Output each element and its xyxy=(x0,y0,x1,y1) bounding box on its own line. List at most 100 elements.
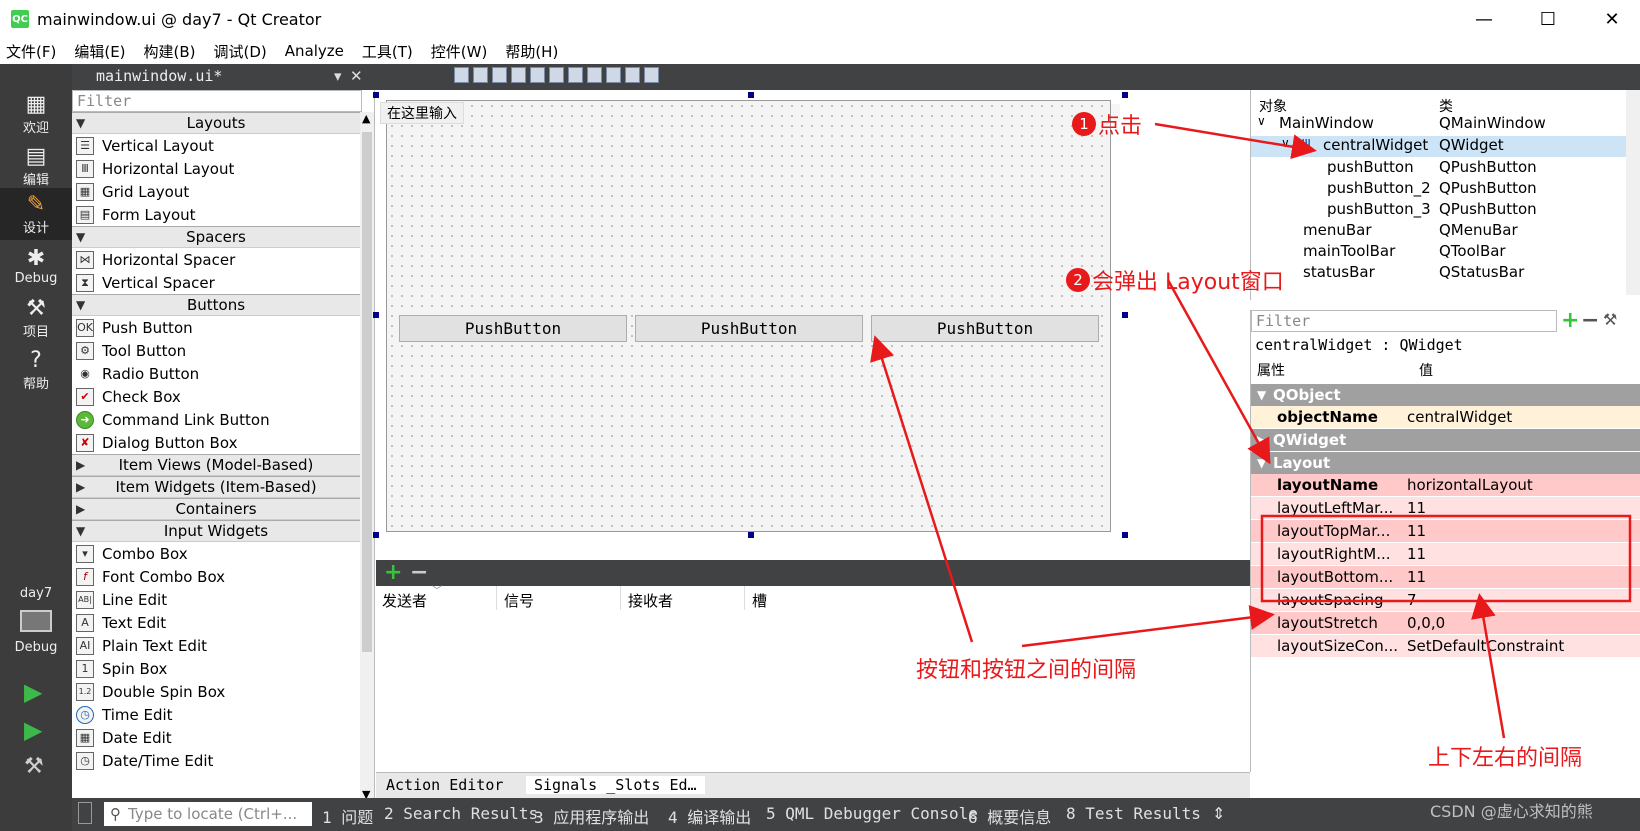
property-value[interactable]: 11 xyxy=(1407,522,1426,540)
property-row[interactable]: layoutLeftMar... 11 xyxy=(1251,497,1640,520)
push-button-3[interactable]: PushButton xyxy=(871,315,1099,342)
menu-help[interactable]: 帮助(H) xyxy=(505,41,558,62)
group-qwidget[interactable]: ▶ QWidget xyxy=(1251,429,1640,451)
object-row[interactable]: pushButton_2 QPushButton xyxy=(1251,179,1626,200)
column-receiver[interactable]: 接收者 xyxy=(628,590,673,611)
resize-handle[interactable] xyxy=(1122,532,1128,538)
run-icon[interactable]: ▶ xyxy=(24,678,42,706)
property-row[interactable]: layoutTopMar... 11 xyxy=(1251,520,1640,543)
maximize-button[interactable]: ☐ xyxy=(1520,0,1576,38)
widget-combo-box[interactable]: ▾ Combo Box xyxy=(76,542,188,565)
menu-file[interactable]: 文件(F) xyxy=(6,41,56,62)
property-row[interactable]: layoutRightM... 11 xyxy=(1251,543,1640,566)
property-row[interactable]: layoutBottom... 11 xyxy=(1251,566,1640,589)
widget-line-edit[interactable]: AB| Line Edit xyxy=(76,588,167,611)
output-tab-general-messages[interactable]: 6 概要信息 xyxy=(968,804,1051,828)
property-row[interactable]: objectName centralWidget xyxy=(1251,406,1640,429)
widget-horizontal-spacer[interactable]: ⋈ Horizontal Spacer xyxy=(76,248,235,271)
layout-horizontal-icon[interactable] xyxy=(530,67,545,83)
output-tab-test-results[interactable]: 8 Test Results xyxy=(1066,804,1201,823)
group-layout[interactable]: ▼ Layout xyxy=(1251,452,1640,474)
layout-grid-icon[interactable] xyxy=(606,67,621,83)
widget-grid-layout[interactable]: ▦ Grid Layout xyxy=(76,180,189,203)
break-layout-icon[interactable] xyxy=(625,67,640,83)
scrollbar-thumb[interactable] xyxy=(362,132,372,652)
widget-command-link-button[interactable]: ➜ Command Link Button xyxy=(76,408,270,431)
resize-handle[interactable] xyxy=(1122,312,1128,318)
category-buttons[interactable]: ▼ Buttons xyxy=(72,294,360,316)
object-row[interactable]: statusBar QStatusBar xyxy=(1251,263,1626,284)
object-row-selected[interactable]: ∨ ⅢcentralWidget QWidget xyxy=(1251,136,1626,157)
edit-widgets-icon[interactable] xyxy=(454,67,469,83)
widget-radio-button[interactable]: ◉ Radio Button xyxy=(76,362,199,385)
widget-text-edit[interactable]: A Text Edit xyxy=(76,611,166,634)
property-row[interactable]: layoutName horizontalLayout xyxy=(1251,474,1640,497)
menu-tools[interactable]: 工具(T) xyxy=(362,41,413,62)
property-row[interactable]: layoutSpacing 7 xyxy=(1251,589,1640,612)
resize-handle[interactable] xyxy=(1122,92,1128,98)
mode-design[interactable]: ✎ 设计 xyxy=(0,188,72,240)
edit-signals-icon[interactable] xyxy=(473,67,488,83)
widget-filter-input[interactable]: Filter xyxy=(72,90,362,112)
widget-spin-box[interactable]: 1 Spin Box xyxy=(76,657,167,680)
column-signal[interactable]: 信号 xyxy=(504,590,534,611)
resize-handle[interactable] xyxy=(748,532,754,538)
document-file-name[interactable]: mainwindow.ui* xyxy=(96,67,222,85)
layout-vertical-icon[interactable] xyxy=(549,67,564,83)
menu-debug[interactable]: 调试(D) xyxy=(214,41,267,62)
output-tab-application-output[interactable]: 3 应用程序输出 xyxy=(534,804,649,828)
chevron-up-icon[interactable]: ▲ xyxy=(362,112,370,125)
property-row[interactable]: layoutSizeCon... SetDefaultConstraint xyxy=(1251,635,1640,658)
widget-box-scrollbar[interactable]: ▲ ▼ xyxy=(360,112,374,807)
object-row[interactable]: ∨ MainWindow QMainWindow xyxy=(1251,114,1626,135)
push-button-2[interactable]: PushButton xyxy=(635,315,863,342)
layout-splitter-v-icon[interactable] xyxy=(587,67,602,83)
category-input-widgets[interactable]: ▼ Input Widgets xyxy=(72,520,360,542)
menu-widgets[interactable]: 控件(W) xyxy=(431,41,488,62)
minimize-button[interactable]: — xyxy=(1456,0,1512,38)
tab-signals-slots-editor[interactable]: Signals _Slots Ed… xyxy=(526,776,705,794)
category-item-widgets[interactable]: ▶ Item Widgets (Item-Based) xyxy=(72,476,360,498)
resize-handle[interactable] xyxy=(748,92,754,98)
property-filter-input[interactable]: Filter xyxy=(1251,310,1557,332)
output-tab-search-results[interactable]: 2 Search Results xyxy=(384,804,538,823)
push-button-1[interactable]: PushButton xyxy=(399,315,627,342)
form-editor-canvas[interactable]: PushButton PushButton PushButton 在这里输入 xyxy=(373,90,1250,560)
close-button[interactable]: ✕ xyxy=(1584,0,1640,38)
toggle-sidebar-icon[interactable] xyxy=(78,802,92,824)
column-class[interactable]: 类 xyxy=(1439,96,1453,116)
edit-tab-order-icon[interactable] xyxy=(511,67,526,83)
widget-date-edit[interactable]: ▦ Date Edit xyxy=(76,726,172,749)
wrench-icon[interactable]: ⚒ xyxy=(1603,310,1617,329)
debug-run-icon[interactable]: ▶ xyxy=(24,716,42,744)
central-widget[interactable]: PushButton PushButton PushButton xyxy=(386,100,1111,532)
mode-welcome[interactable]: ▦ 欢迎 xyxy=(0,88,72,140)
build-hammer-icon[interactable]: ⚒ xyxy=(24,754,44,779)
widget-tool-button[interactable]: ⚙ Tool Button xyxy=(76,339,186,362)
widget-vertical-spacer[interactable]: ⧗ Vertical Spacer xyxy=(76,271,215,294)
column-value[interactable]: 值 xyxy=(1419,360,1433,380)
resize-handle[interactable] xyxy=(373,92,379,98)
widget-datetime-edit[interactable]: ◷ Date/Time Edit xyxy=(76,749,213,772)
widget-dialog-button-box[interactable]: ✘ Dialog Button Box xyxy=(76,431,237,454)
group-qobject[interactable]: ▼ QObject xyxy=(1251,384,1640,406)
object-row[interactable]: pushButton_3 QPushButton xyxy=(1251,200,1626,221)
category-containers[interactable]: ▶ Containers xyxy=(72,498,360,520)
property-value[interactable]: 11 xyxy=(1407,545,1426,563)
menu-build[interactable]: 构建(B) xyxy=(144,41,196,62)
category-layouts[interactable]: ▼ Layouts xyxy=(72,112,360,134)
menu-analyze[interactable]: Analyze xyxy=(285,42,344,60)
column-slot[interactable]: 槽 xyxy=(752,590,767,611)
property-value[interactable]: horizontalLayout xyxy=(1407,476,1533,494)
widget-push-button[interactable]: OK Push Button xyxy=(76,316,193,339)
output-tab-qml-debugger[interactable]: 5 QML Debugger Console xyxy=(766,804,978,823)
output-tab-compile-output[interactable]: 4 编译输出 xyxy=(668,804,751,828)
property-value[interactable]: 0,0,0 xyxy=(1407,614,1445,632)
column-sender[interactable]: 发送者 xyxy=(382,590,427,611)
object-row[interactable]: menuBar QMenuBar xyxy=(1251,221,1626,242)
close-document-button[interactable]: ✕ xyxy=(350,67,363,85)
remove-connection-button[interactable]: − xyxy=(410,560,428,585)
add-connection-button[interactable]: + xyxy=(384,560,402,585)
widget-font-combo-box[interactable]: f Font Combo Box xyxy=(76,565,225,588)
column-property[interactable]: 属性 xyxy=(1257,360,1285,380)
